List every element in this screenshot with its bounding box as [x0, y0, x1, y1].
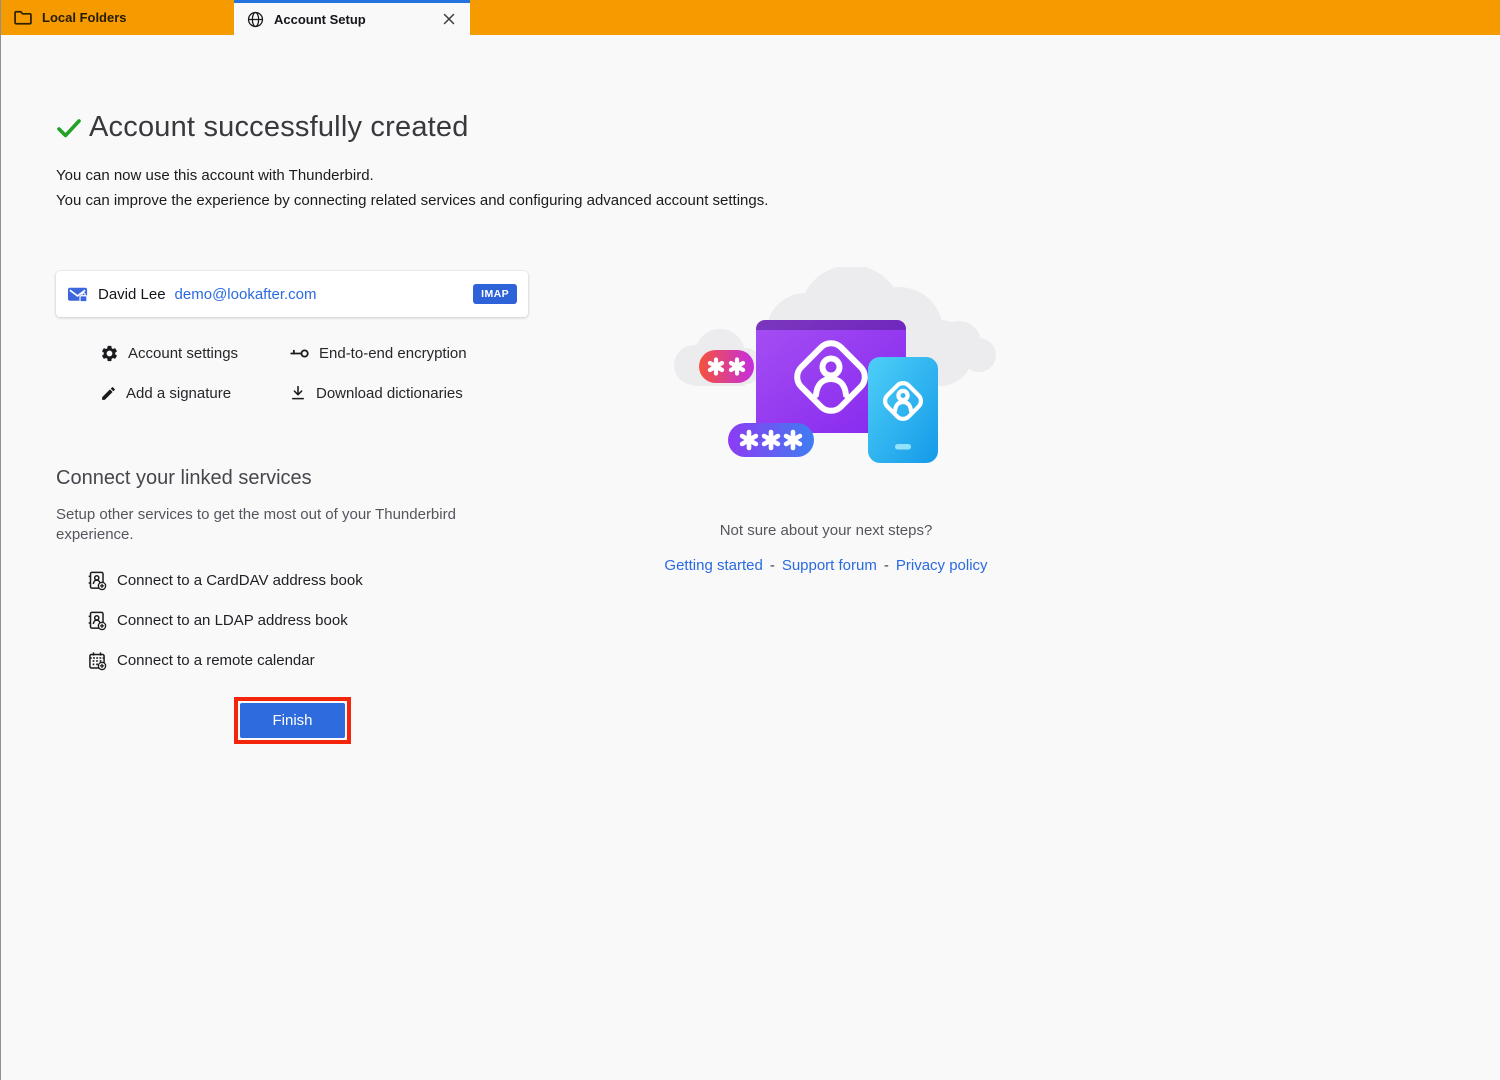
- account-email-link[interactable]: demo@lookafter.com: [175, 286, 317, 303]
- calendar-add-icon: [87, 650, 107, 671]
- success-heading: Account successfully created: [56, 111, 469, 144]
- thunderbird-window: Local Folders Account Setup Account succ…: [0, 0, 1500, 1080]
- download-icon: [289, 384, 307, 402]
- close-tab-icon[interactable]: [441, 11, 457, 27]
- connect-calendar-label: Connect to a remote calendar: [117, 652, 315, 669]
- linked-services-description: Setup other services to get the most out…: [56, 506, 456, 543]
- linked-services-title: Connect your linked services: [56, 467, 312, 489]
- protocol-badge: IMAP: [473, 284, 517, 304]
- quick-actions: Account settings End-to-end encryption A…: [100, 341, 467, 405]
- link-separator: -: [883, 557, 889, 574]
- help-question: Not sure about your next steps?: [719, 522, 933, 539]
- download-dictionaries-link[interactable]: Download dictionaries: [289, 381, 467, 405]
- getting-started-link[interactable]: Getting started: [664, 557, 762, 574]
- address-book-add-icon: [87, 610, 107, 631]
- link-separator: -: [769, 557, 775, 574]
- tab-bar: Local Folders Account Setup: [1, 0, 1500, 35]
- gear-icon: [100, 344, 119, 363]
- add-signature-label: Add a signature: [126, 384, 232, 402]
- download-dictionaries-label: Download dictionaries: [316, 384, 463, 402]
- account-settings-label: Account settings: [128, 344, 239, 362]
- check-icon: [56, 116, 82, 140]
- pencil-icon: [100, 385, 117, 402]
- connect-carddav-link[interactable]: Connect to a CardDAV address book: [87, 569, 363, 592]
- help-links: Getting started - Support forum - Privacy po…: [631, 557, 1021, 574]
- mail-lock-icon: [67, 285, 89, 304]
- key-icon: [289, 345, 310, 362]
- intro-line-2: You can improve the experience by connec…: [56, 192, 769, 209]
- connect-carddav-label: Connect to a CardDAV address book: [117, 572, 363, 589]
- intro-text: You can now use this account with Thunde…: [56, 163, 768, 213]
- finish-button[interactable]: Finish: [240, 703, 345, 738]
- address-book-add-icon: [87, 570, 107, 591]
- linked-services-list: Connect to a CardDAV address book Connec…: [87, 569, 363, 672]
- globe-icon: [247, 11, 264, 28]
- tab-account-setup-label: Account Setup: [274, 11, 366, 27]
- add-signature-link[interactable]: Add a signature: [100, 381, 289, 405]
- account-settings-link[interactable]: Account settings: [100, 341, 289, 365]
- tab-account-setup[interactable]: Account Setup: [234, 0, 470, 35]
- page-title: Account successfully created: [89, 111, 469, 143]
- account-setup-success-page: Account successfully created You can now…: [1, 35, 1500, 1080]
- connect-ldap-label: Connect to an LDAP address book: [117, 612, 348, 629]
- security-illustration: [656, 265, 996, 495]
- support-forum-link[interactable]: Support forum: [782, 557, 877, 574]
- tab-local-folders[interactable]: Local Folders: [1, 0, 234, 35]
- password-pill-large: [728, 423, 814, 457]
- password-pill-small: [699, 350, 754, 383]
- end-to-end-encryption-label: End-to-end encryption: [319, 344, 467, 362]
- privacy-policy-link[interactable]: Privacy policy: [896, 557, 988, 574]
- account-card: David Lee demo@lookafter.com IMAP: [56, 271, 528, 317]
- tab-local-folders-label: Local Folders: [42, 10, 127, 25]
- end-to-end-encryption-link[interactable]: End-to-end encryption: [289, 341, 467, 365]
- finish-button-highlight: Finish: [234, 697, 351, 744]
- intro-line-1: You can now use this account with Thunde…: [56, 167, 374, 184]
- phone-shape: [868, 357, 938, 463]
- account-name: David Lee: [98, 285, 166, 303]
- folder-icon: [14, 10, 32, 25]
- connect-calendar-link[interactable]: Connect to a remote calendar: [87, 649, 363, 672]
- connect-ldap-link[interactable]: Connect to an LDAP address book: [87, 609, 363, 632]
